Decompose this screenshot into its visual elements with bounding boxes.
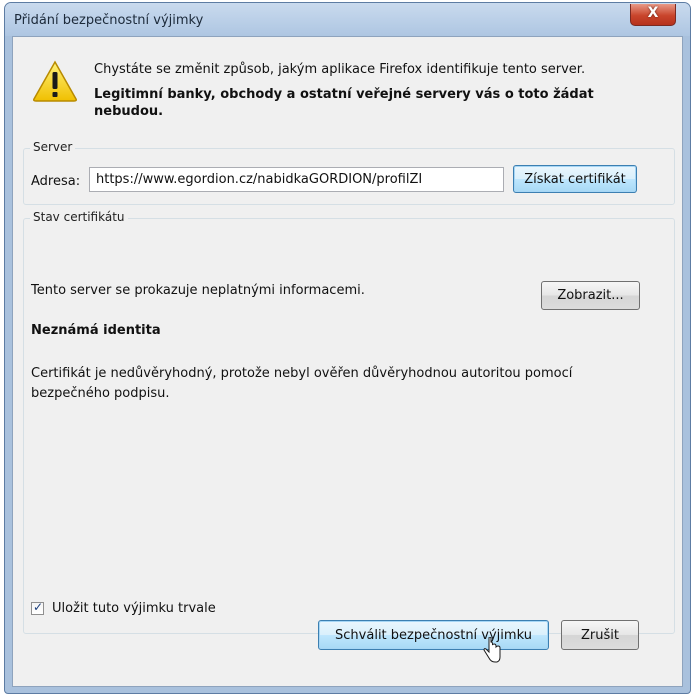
get-certificate-button[interactable]: Získat certifikát — [513, 165, 637, 193]
address-label: Adresa: — [31, 174, 81, 189]
certificate-status-group: Stav certifikátu Tento server se prokazu… — [23, 210, 675, 634]
save-permanently-label[interactable]: Uložit tuto výjimku trvale — [52, 601, 216, 616]
cancel-button[interactable]: Zrušit — [561, 620, 639, 650]
view-certificate-button[interactable]: Zobrazit... — [541, 281, 640, 310]
dialog-window: Přidání bezpečnostní výjimky X Chystáte … — [4, 2, 691, 694]
close-icon: X — [647, 5, 659, 21]
close-button[interactable]: X — [630, 4, 676, 26]
approve-exception-button[interactable]: Schválit bezpečnostní výjimku — [318, 620, 549, 650]
certificate-description: Certifikát je nedůvěryhodný, protože neb… — [31, 366, 573, 401]
title-bar[interactable]: Přidání bezpečnostní výjimky X — [5, 3, 690, 36]
address-input[interactable] — [89, 167, 504, 192]
dialog-body: Chystáte se změnit způsob, jakým aplikac… — [12, 36, 683, 687]
certificate-status-legend: Stav certifikátu — [30, 210, 128, 224]
warning-message: Chystáte se změnit způsob, jakým aplikac… — [94, 62, 586, 77]
server-legend: Server — [30, 140, 76, 154]
server-group: Server Adresa: Získat certifikát — [23, 140, 675, 205]
mouse-cursor-icon — [483, 637, 501, 663]
checkmark-icon: ✓ — [33, 600, 44, 614]
window-title: Přidání bezpečnostní výjimky — [14, 13, 204, 28]
warning-triangle-icon — [33, 60, 77, 102]
certificate-status-text: Tento server se prokazuje neplatnými inf… — [31, 283, 365, 298]
warning-message-bold: Legitimní banky, obchody a ostatní veřej… — [94, 87, 594, 119]
unknown-identity-heading: Neznámá identita — [31, 323, 161, 338]
save-permanently-checkbox[interactable]: ✓ — [31, 600, 44, 615]
